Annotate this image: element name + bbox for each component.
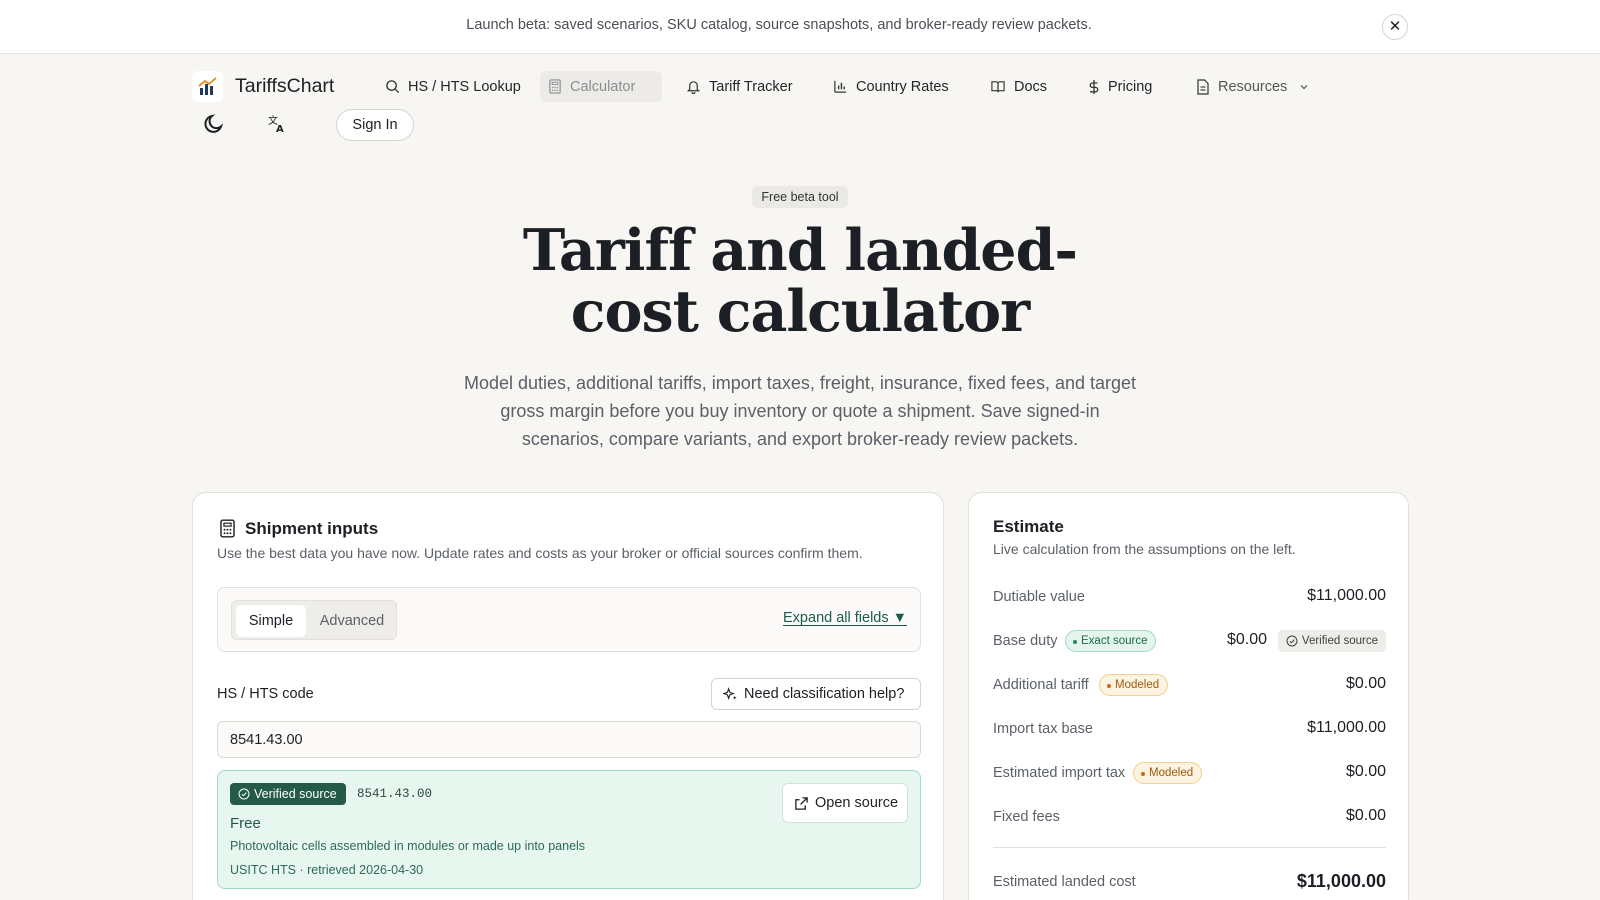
classification-help-button[interactable]: Need classification help? [711,678,921,710]
check-circle-icon [238,788,250,800]
close-icon[interactable]: ✕ [1382,14,1408,40]
estimate-card: Estimate Live calculation from the assum… [968,492,1409,900]
mode-toggle: Simple Advanced [231,600,397,640]
mode-selector-panel: Simple Advanced Expand all fields ▼ [217,587,921,652]
row-value: $0.00 [1345,763,1386,780]
bell-icon [686,81,701,94]
estimate-row-landed-cost: Estimated landed cost $11,000.00 [993,871,1386,895]
check-circle-icon [1286,635,1298,647]
source-retrieval-meta: USITC HTS · retrieved 2026-04-30 [230,863,424,877]
row-label: Additional tariff [993,677,1089,693]
estimate-title: Estimate [993,517,1064,536]
brand-name[interactable]: TariffsChart [235,75,334,98]
chip-label: Verified source [1301,635,1378,647]
expand-all-link[interactable]: Expand all fields ▼ [783,610,907,626]
external-link-icon [795,797,808,810]
calculator-icon [220,519,235,538]
hts-code-input[interactable] [217,721,921,758]
estimate-row-additional-tariff: Additional tariff Modeled $0.00 [993,674,1386,698]
search-icon [386,80,400,94]
nav-label: Docs [1014,78,1048,95]
hts-code-label: HS / HTS code [217,686,314,702]
inputs-subtitle: Use the best data you have now. Update r… [217,545,863,561]
nav-docs[interactable]: Docs [982,71,1055,102]
open-source-label: Open source [815,795,899,811]
theme-toggle-moon-icon[interactable] [201,111,227,137]
row-label: Dutiable value [993,589,1085,605]
free-beta-badge: Free beta tool [752,186,848,208]
calculator-icon [549,79,561,94]
nav-label: Resources [1218,78,1288,95]
source-description: Photovoltaic cells assembled in modules … [230,839,586,853]
file-icon [1197,78,1209,95]
title-line-2: cost calculator [570,278,1030,345]
verified-source-chip: Verified source [1277,630,1386,652]
sign-in-button[interactable]: Sign In [336,109,414,141]
logo-icon[interactable] [192,71,223,102]
source-hts-code: 8541.43.00 [357,787,433,801]
row-value: $0.00 [1345,675,1386,692]
nav-pricing[interactable]: Pricing [1080,71,1160,102]
nav-label: HS / HTS Lookup [408,78,521,95]
nav-label: Pricing [1108,78,1153,95]
estimate-row-import-tax: Estimated import tax Modeled $0.00 [993,762,1386,786]
nav-country-rates[interactable]: Country Rates [825,71,957,102]
estimate-row-fixed-fees: Fixed fees $0.00 [993,806,1386,830]
bar-chart-icon [834,80,847,93]
estimate-subtitle: Live calculation from the assumptions on… [993,541,1296,557]
row-value: $0.00 [1226,631,1267,648]
verified-source-label: Verified source [254,787,337,801]
row-label: Import tax base [993,721,1093,737]
modeled-badge: Modeled [1133,762,1203,784]
nav-label: Calculator [570,78,636,95]
banner-text: Launch beta: saved scenarios, SKU catalo… [466,17,1092,33]
book-icon [991,81,1005,93]
nav-calculator[interactable]: Calculator [540,71,662,102]
nav-resources[interactable]: Resources [1188,71,1317,102]
announcement-banner: Launch beta: saved scenarios, SKU catalo… [0,0,1600,54]
row-label: Fixed fees [993,809,1060,825]
help-button-label: Need classification help? [744,686,905,702]
verified-source-tag: Verified source [230,783,346,805]
mode-simple-button[interactable]: Simple [236,605,306,637]
modeled-badge: Modeled [1099,674,1169,696]
row-value: $11,000.00 [1307,587,1386,604]
source-duty-rate: Free [230,815,261,832]
exact-source-badge: Exact source [1065,630,1157,652]
row-value: $0.00 [1345,807,1386,824]
dollar-icon [1089,79,1099,94]
shipment-inputs-card: Shipment inputs Use the best data you ha… [192,492,944,900]
total-label: Estimated landed cost [993,874,1136,890]
language-icon[interactable]: 文A [265,111,291,137]
inputs-title: Shipment inputs [245,519,379,538]
verified-source-panel: Verified source 8541.43.00 Free Photovol… [217,770,921,889]
estimate-row-base-duty: Base duty Exact source $0.00 Verified so… [993,630,1386,654]
open-source-button[interactable]: Open source [782,783,908,823]
total-value: $11,000.00 [1296,871,1386,891]
row-value: $11,000.00 [1307,719,1386,736]
nav-label: Tariff Tracker [709,78,793,95]
estimate-row-import-tax-base: Import tax base $11,000.00 [993,718,1386,742]
nav-label: Country Rates [856,78,949,95]
page-subtitle: Model duties, additional tariffs, import… [463,373,1137,449]
nav-tariff-tracker[interactable]: Tariff Tracker [678,71,801,102]
estimate-row-dutiable-value: Dutiable value $11,000.00 [993,586,1386,610]
mode-advanced-button[interactable]: Advanced [312,605,392,637]
estimate-divider [993,847,1386,848]
chevron-down-icon [1300,84,1308,89]
row-label: Base duty [993,633,1058,649]
nav-hs-lookup[interactable]: HS / HTS Lookup [377,71,529,102]
row-label: Estimated import tax [993,765,1126,781]
svg-text:A: A [276,124,284,135]
title-line-1: Tariff and landed- [522,217,1078,284]
sparkles-icon [723,687,737,700]
page-title: Tariff and landed- cost calculator [0,220,1600,342]
